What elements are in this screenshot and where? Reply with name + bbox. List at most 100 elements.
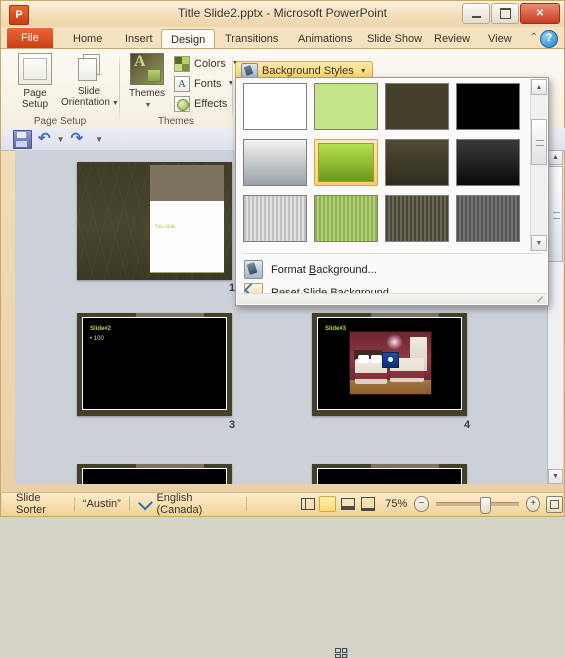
slide-show-button[interactable]: [359, 496, 376, 512]
minimize-button[interactable]: [462, 3, 490, 24]
slide-thumbnail-4[interactable]: Slide#3: [312, 313, 467, 416]
slide-sorter-icon: [335, 648, 349, 658]
bg-style-10[interactable]: [314, 195, 378, 242]
theme-colors-button[interactable]: Colors ▼: [174, 54, 239, 73]
bg-style-11[interactable]: [385, 195, 449, 242]
chevron-down-icon[interactable]: ▼: [112, 100, 119, 107]
bg-style-swatch: [385, 83, 449, 130]
scroll-down-icon[interactable]: ▼: [531, 235, 547, 251]
chevron-down-icon[interactable]: ▼: [360, 68, 367, 75]
scroll-up-icon[interactable]: ▲: [548, 150, 563, 165]
bg-style-2[interactable]: [314, 83, 378, 130]
undo-icon[interactable]: ↶: [38, 131, 51, 147]
slide-cell-4[interactable]: Slide#3 4: [312, 313, 470, 431]
zoom-in-button[interactable]: +: [526, 496, 541, 512]
normal-view-icon: [300, 498, 315, 510]
status-theme-name[interactable]: “Austin”: [83, 498, 121, 510]
tab-file[interactable]: File: [7, 28, 53, 49]
slide-title-text: Slide#3: [325, 326, 347, 332]
zoom-out-button[interactable]: −: [414, 496, 429, 512]
resize-grip-icon[interactable]: [537, 296, 543, 302]
themes-gallery-button[interactable]: Themes ▼: [123, 53, 171, 111]
zoom-level-label[interactable]: 75%: [385, 498, 407, 510]
gallery-scrollbar[interactable]: ▲ ▼: [530, 79, 547, 251]
help-icon[interactable]: ?: [540, 30, 558, 48]
status-view-name: Slide Sorter: [16, 492, 46, 516]
bg-style-1[interactable]: [243, 83, 307, 130]
slide-cell-5[interactable]: [77, 464, 232, 484]
tab-insert[interactable]: Insert: [116, 29, 162, 49]
zoom-slider[interactable]: [435, 497, 520, 514]
scroll-down-icon[interactable]: ▼: [548, 469, 563, 484]
slide-body: Slide#2 • 100: [82, 317, 227, 410]
tab-home[interactable]: Home: [64, 29, 111, 49]
bg-style-6[interactable]: [314, 139, 378, 186]
tab-transitions[interactable]: Transitions: [216, 29, 287, 49]
scroll-up-icon[interactable]: ▲: [531, 79, 547, 95]
bg-style-4[interactable]: [456, 83, 520, 130]
customize-qat-icon[interactable]: ▼: [95, 135, 103, 144]
background-style-row-2: [237, 139, 525, 193]
zoom-slider-handle[interactable]: [479, 497, 491, 514]
tab-design[interactable]: Design: [161, 29, 216, 49]
dropdown-resize-bar: [237, 293, 547, 304]
theme-colors-label: Colors: [194, 57, 226, 70]
group-divider-1: [119, 53, 120, 121]
slide-bullet-text: • 100: [90, 336, 104, 342]
reading-view-icon: [340, 498, 355, 510]
tab-animations[interactable]: Animations: [289, 29, 361, 49]
bg-style-8[interactable]: [456, 139, 520, 186]
theme-effects-button[interactable]: Effects ▼: [174, 94, 240, 113]
colors-icon: [174, 55, 190, 72]
slide-cell-1[interactable]: Title Slide 1: [77, 162, 235, 294]
bg-style-swatch: [314, 195, 378, 242]
undo-dropdown-icon[interactable]: ▼: [57, 135, 65, 144]
background-styles-gallery[interactable]: [237, 79, 525, 251]
slide-cell-6[interactable]: [312, 464, 467, 484]
slide-orientation-icon: [73, 53, 105, 83]
bg-style-7[interactable]: [385, 139, 449, 186]
close-button[interactable]: ✕: [520, 3, 560, 24]
main-vertical-scrollbar[interactable]: ▲ ▼: [547, 150, 563, 484]
chevron-down-icon[interactable]: ▼: [145, 102, 152, 109]
spellcheck-icon[interactable]: [138, 497, 153, 512]
tab-review[interactable]: Review: [425, 29, 479, 49]
background-styles-dropdown[interactable]: ▲ ▼ Format Background... Reset Slide Bac…: [235, 77, 549, 306]
bg-style-12[interactable]: [456, 195, 520, 242]
collapse-ribbon-icon[interactable]: ⌃: [530, 32, 538, 43]
slide-thumbnail-1[interactable]: Title Slide: [77, 162, 232, 280]
slide-thumbnail-3[interactable]: Slide#2 • 100: [77, 313, 232, 416]
status-divider-2: [128, 497, 130, 511]
save-icon[interactable]: [13, 129, 32, 149]
reading-view-button[interactable]: [339, 496, 356, 512]
tab-slide-show[interactable]: Slide Show: [358, 29, 431, 49]
status-language[interactable]: English (Canada): [156, 492, 230, 516]
group-label-page-setup: Page Setup: [33, 116, 87, 127]
redo-icon[interactable]: ↷: [71, 131, 84, 147]
scrollbar-thumb[interactable]: [531, 119, 547, 165]
themes-label: Themes: [128, 88, 166, 99]
fit-slide-to-window-button[interactable]: [546, 495, 564, 513]
bg-style-3[interactable]: [385, 83, 449, 130]
maximize-button[interactable]: [491, 3, 519, 24]
slide-thumbnail-6[interactable]: [312, 464, 467, 484]
bg-style-9[interactable]: [243, 195, 307, 242]
chevron-down-icon[interactable]: ▼: [228, 80, 235, 87]
bg-style-5[interactable]: [243, 139, 307, 186]
background-style-row-3: [237, 195, 525, 249]
menu-item-format-background[interactable]: Format Background...: [238, 258, 544, 281]
page-setup-button[interactable]: Page Setup: [11, 53, 59, 110]
scrollbar-thumb[interactable]: [548, 166, 563, 262]
slide-thumbnail-5[interactable]: [77, 464, 232, 484]
slide-cell-3[interactable]: Slide#2 • 100 3: [77, 313, 235, 431]
status-divider-3: [246, 497, 248, 511]
window-controls: ✕: [462, 3, 560, 24]
slide-orientation-label-line1: Slide: [77, 86, 101, 97]
photo-light-glow: [385, 334, 404, 351]
slide-sorter-view-button[interactable]: [319, 496, 349, 658]
tab-view[interactable]: View: [479, 29, 521, 49]
ribbon-tab-bar: File Home Insert Design Transitions Anim…: [1, 27, 564, 49]
theme-fonts-button[interactable]: A Fonts ▼: [174, 74, 234, 93]
normal-view-button[interactable]: [299, 496, 316, 512]
slide-orientation-button[interactable]: Slide Orientation ▼: [61, 53, 119, 109]
